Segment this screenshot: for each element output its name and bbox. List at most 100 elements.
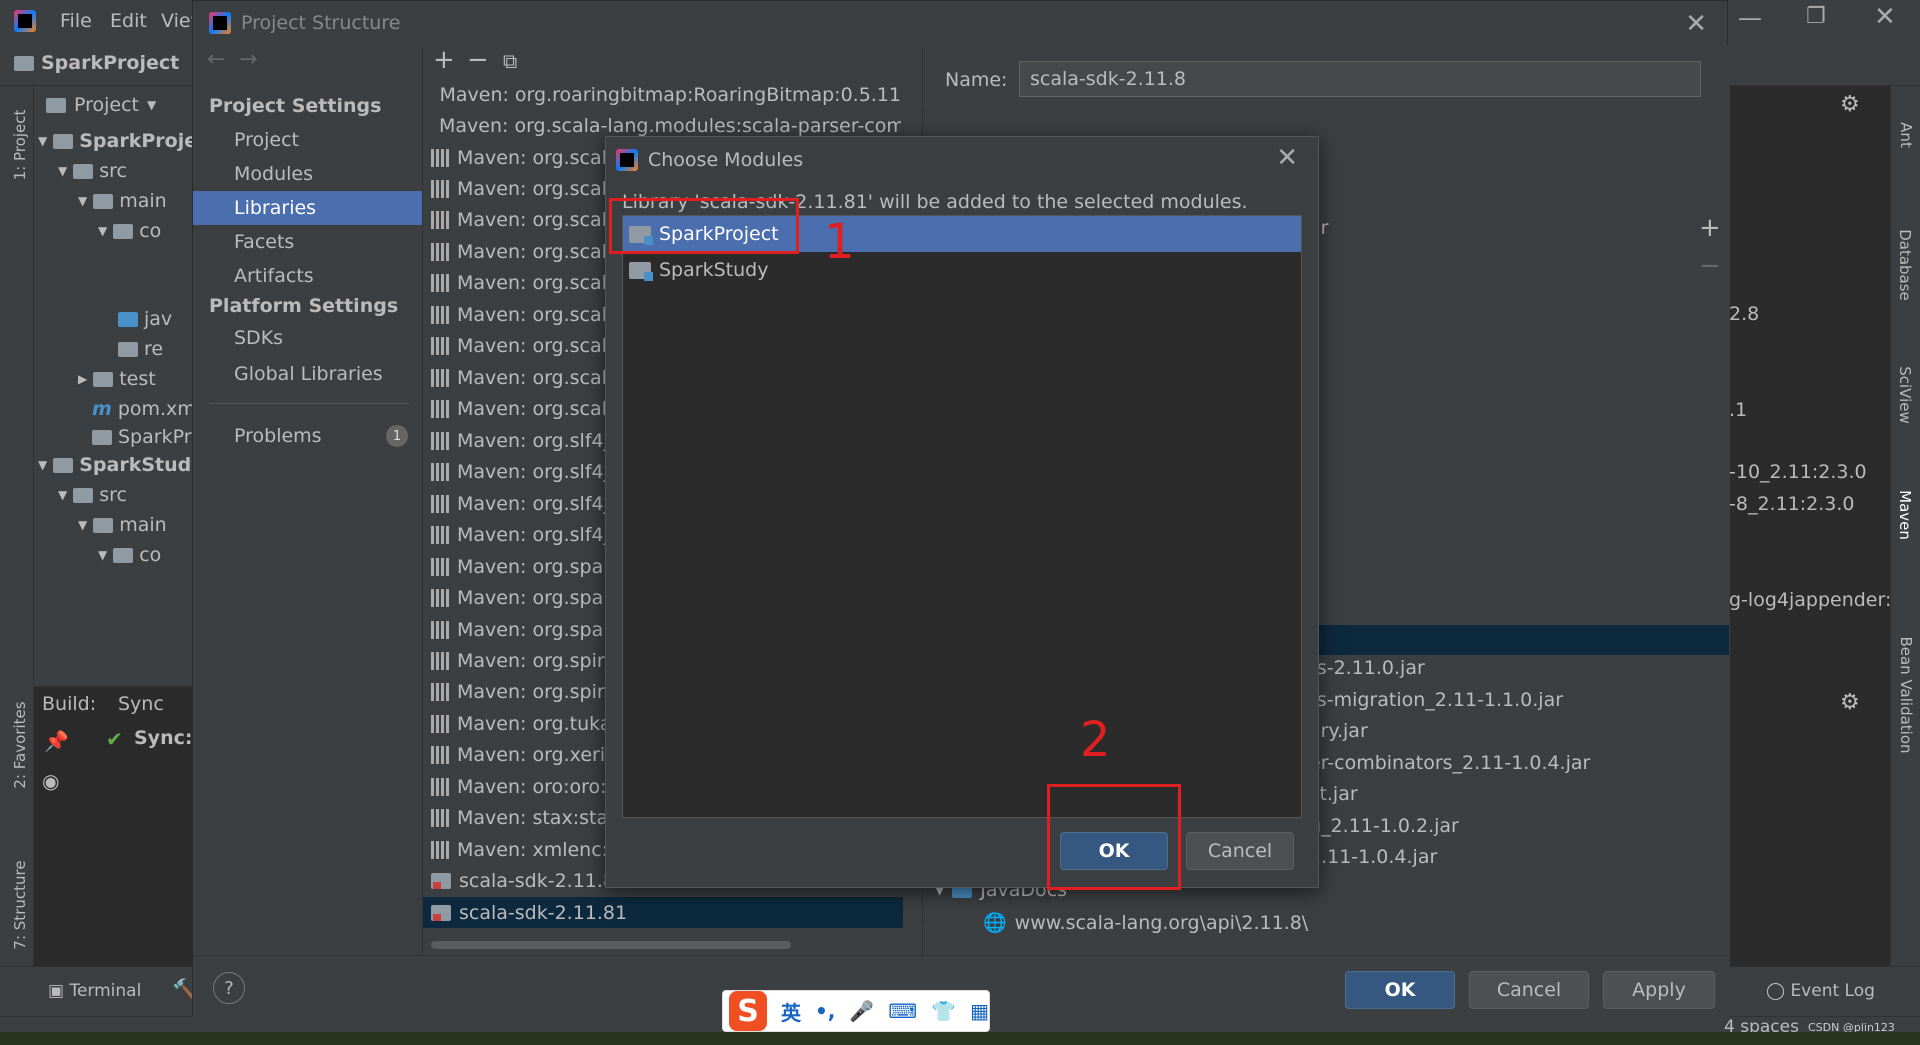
- stripe-database[interactable]: Database: [1896, 215, 1914, 315]
- library-icon: [431, 305, 449, 324]
- problems-count-badge: 1: [386, 425, 408, 447]
- restore-icon[interactable]: ❐: [1806, 4, 1826, 29]
- intellij-logo-icon: [209, 12, 231, 34]
- tree-item[interactable]: ▼ src: [58, 160, 127, 182]
- sogou-logo-icon[interactable]: S: [729, 991, 768, 1031]
- path-fragment: .1: [1729, 399, 1748, 421]
- stripe-bean-validation[interactable]: Bean Validation: [1897, 610, 1915, 780]
- event-log-tab[interactable]: ◯ Event Log: [1766, 981, 1875, 1001]
- jar-entry[interactable]: rs-migration_2.11-1.1.0.jar: [1309, 689, 1563, 711]
- tree-item[interactable]: ▼ main: [78, 514, 167, 536]
- settings-gear-icon[interactable]: ⚙: [1840, 92, 1860, 117]
- library-icon: [431, 273, 449, 292]
- nav-project[interactable]: Project: [193, 123, 422, 157]
- minimize-icon[interactable]: —: [1738, 4, 1762, 32]
- jar-entry[interactable]: er-combinators_2.11-1.0.4.jar: [1309, 752, 1590, 774]
- maven-file-icon: m: [92, 398, 112, 420]
- path-fragment: -10_2.11:2.3.0: [1729, 461, 1867, 483]
- tree-item[interactable]: ▼ main: [78, 190, 167, 212]
- help-icon[interactable]: ?: [213, 972, 245, 1004]
- terminal-tab[interactable]: ▣ Terminal: [48, 981, 141, 1001]
- close-icon[interactable]: ✕: [1276, 143, 1298, 173]
- stripe-sciview[interactable]: SciView: [1896, 345, 1914, 445]
- tree-item[interactable]: ▼ SparkStudy: [38, 454, 204, 476]
- stripe-structure[interactable]: 7: Structure: [11, 855, 29, 955]
- tree-item[interactable]: ▼ co: [98, 544, 161, 566]
- jar-entry[interactable]: g_2.11-1.0.2.jar: [1309, 815, 1459, 837]
- ok-button[interactable]: OK: [1345, 971, 1455, 1009]
- stripe-ant[interactable]: Ant: [1897, 100, 1915, 170]
- eye-icon[interactable]: ◉: [42, 769, 59, 793]
- dialog-title-bar: Project Structure: [193, 1, 1727, 45]
- list-item-selected[interactable]: scala-sdk-2.11.81: [423, 897, 903, 928]
- stripe-maven[interactable]: Maven: [1896, 465, 1914, 565]
- library-icon: [431, 651, 449, 670]
- cancel-button[interactable]: Cancel: [1469, 971, 1589, 1009]
- nav-problems[interactable]: Problems 1: [193, 419, 422, 453]
- tree-item[interactable]: ▼ SparkProje: [38, 130, 197, 152]
- stripe-project[interactable]: 1: Project: [11, 95, 29, 195]
- remove-root-icon[interactable]: −: [1699, 251, 1721, 281]
- module-item-sparkstudy[interactable]: SparkStudy: [623, 252, 1301, 288]
- nav-facets[interactable]: Facets: [193, 225, 422, 259]
- library-icon: [431, 745, 449, 764]
- nav-artifacts[interactable]: Artifacts: [193, 259, 422, 293]
- nav-sdks[interactable]: SDKs: [193, 321, 422, 355]
- apply-button[interactable]: Apply: [1603, 971, 1715, 1009]
- pin-icon[interactable]: 📌: [44, 729, 69, 753]
- close-window-icon[interactable]: ✕: [1874, 2, 1896, 32]
- skin-icon[interactable]: 👕: [931, 999, 956, 1023]
- javadocs-url[interactable]: 🌐 www.scala-lang.org\api\2.11.8\: [983, 911, 1308, 935]
- jar-entry[interactable]: 2.11-1.0.4.jar: [1309, 846, 1437, 868]
- project-view-selector[interactable]: Project ▼: [46, 94, 156, 116]
- copy-icon[interactable]: ⧉: [503, 49, 517, 73]
- tree-item[interactable]: jav: [118, 308, 172, 330]
- microphone-icon[interactable]: 🎤: [849, 999, 874, 1023]
- apps-grid-icon[interactable]: ▦: [970, 999, 989, 1023]
- tree-item[interactable]: ▼ src: [58, 484, 127, 506]
- dialog-title: Project Structure: [241, 12, 401, 34]
- remove-icon[interactable]: −: [467, 45, 489, 75]
- sync-tab[interactable]: Sync: [118, 693, 164, 715]
- name-label: Name:: [945, 69, 1008, 91]
- library-icon: [431, 714, 449, 733]
- stripe-favorites[interactable]: 2: Favorites: [11, 695, 29, 795]
- selected-row-highlight: [1309, 625, 1729, 655]
- tree-item[interactable]: ▼ co: [98, 220, 161, 242]
- forward-arrow-icon[interactable]: →: [239, 47, 257, 72]
- horizontal-scrollbar[interactable]: [431, 941, 791, 949]
- name-field[interactable]: scala-sdk-2.11.8: [1019, 61, 1701, 97]
- menu-edit[interactable]: Edit: [110, 10, 147, 32]
- ime-mode[interactable]: 英: [781, 997, 801, 1026]
- intellij-logo-icon: [616, 149, 638, 171]
- menu-file[interactable]: File: [60, 10, 92, 32]
- annotation-box-2: [1047, 784, 1181, 890]
- close-icon[interactable]: ✕: [1685, 9, 1707, 39]
- project-view-label: Project: [74, 94, 140, 116]
- tree-item[interactable]: SparkPro: [92, 426, 203, 448]
- library-icon: [431, 242, 449, 261]
- library-icon: [431, 210, 449, 229]
- cancel-button[interactable]: Cancel: [1186, 832, 1294, 870]
- platform-settings-heading: Platform Settings: [209, 295, 399, 317]
- settings-gear-icon[interactable]: ⚙: [1840, 690, 1860, 715]
- nav-global-libraries[interactable]: Global Libraries: [193, 357, 422, 391]
- add-icon[interactable]: +: [433, 45, 455, 75]
- chevron-down-icon: ▼: [147, 98, 157, 112]
- list-item[interactable]: Maven: org.roaringbitmap:RoaringBitmap:0…: [431, 79, 901, 110]
- add-root-icon[interactable]: +: [1699, 213, 1721, 243]
- tree-item[interactable]: ▶ test: [78, 368, 156, 390]
- tree-item[interactable]: m pom.xml: [92, 398, 201, 420]
- nav-modules[interactable]: Modules: [193, 157, 422, 191]
- project-tree: ▼ SparkProje ▼ src ▼ main ▼ co jav re ▶ test …: [34, 120, 204, 680]
- nav-libraries[interactable]: Libraries: [193, 191, 422, 225]
- back-arrow-icon[interactable]: ←: [207, 47, 225, 72]
- keyboard-icon[interactable]: ⌨: [888, 999, 917, 1023]
- ime-punct[interactable]: •,: [815, 999, 835, 1023]
- jar-entry[interactable]: rs-2.11.0.jar: [1309, 657, 1425, 679]
- project-name[interactable]: SparkProject: [41, 52, 179, 74]
- path-fragment: -8_2.11:2.3.0: [1729, 493, 1855, 515]
- tree-item[interactable]: re: [118, 338, 163, 360]
- module-list: SparkProject SparkStudy: [622, 215, 1302, 818]
- annotation-number-2: 2: [1080, 712, 1111, 768]
